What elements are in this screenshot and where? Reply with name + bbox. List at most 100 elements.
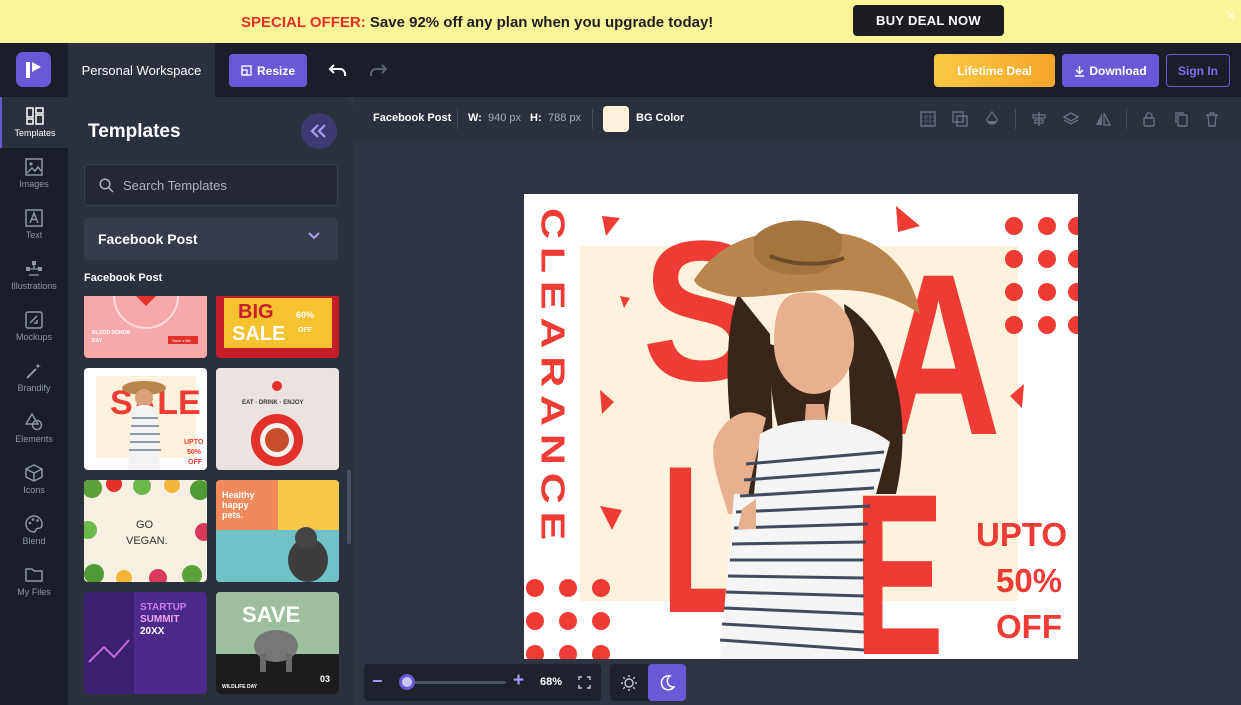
zoom-slider-track[interactable] bbox=[402, 681, 506, 684]
logo-icon bbox=[25, 61, 41, 78]
sidebar-item-elements[interactable]: Elements bbox=[0, 403, 68, 454]
thumb-text: DAY bbox=[92, 338, 103, 344]
palette-icon bbox=[25, 515, 43, 533]
sidebar-item-label: Mockups bbox=[15, 332, 52, 342]
template-thumb-save-elephant[interactable]: SAVE WILDLIFE DAY 03 bbox=[216, 592, 339, 694]
offer-percent[interactable]: 50% bbox=[996, 562, 1062, 599]
collapse-panel-button[interactable] bbox=[301, 113, 337, 149]
align-button[interactable] bbox=[1026, 106, 1052, 132]
sidebar-item-blend[interactable]: Blend bbox=[0, 505, 68, 556]
template-thumb-startup-summit[interactable]: STARTUP SUMMIT 20XX bbox=[84, 592, 207, 694]
zoom-slider-handle[interactable] bbox=[399, 674, 416, 690]
panel-scrollbar[interactable] bbox=[347, 470, 351, 544]
sun-icon bbox=[621, 674, 637, 691]
fullscreen-icon[interactable] bbox=[578, 676, 591, 689]
align-center-icon bbox=[1032, 112, 1046, 126]
opacity-button[interactable] bbox=[979, 106, 1005, 132]
sidebar-item-text[interactable]: Text bbox=[0, 199, 68, 250]
bg-color-label[interactable]: BG Color bbox=[636, 112, 684, 124]
sidebar-item-images[interactable]: Images bbox=[0, 148, 68, 199]
sign-in-button[interactable]: Sign In bbox=[1166, 54, 1230, 87]
thumb-text: SAVE bbox=[242, 602, 300, 627]
undo-button[interactable] bbox=[327, 59, 349, 81]
design-canvas[interactable]: S A L E CLEARANCE UPTO 50% OFF bbox=[524, 194, 1078, 659]
divider bbox=[1015, 109, 1016, 129]
sidebar-item-label: Illustrations bbox=[11, 281, 57, 291]
template-thumb-go-vegan[interactable]: GO VEGAN. bbox=[84, 480, 207, 582]
search-input[interactable] bbox=[123, 177, 323, 193]
app-logo[interactable] bbox=[16, 52, 51, 87]
size-name[interactable]: Facebook Post bbox=[373, 112, 451, 124]
thumb-text: 50% bbox=[187, 449, 202, 456]
canvas-toolbar: Facebook Post W: 940 px H: 788 px BG Col… bbox=[354, 97, 1241, 141]
delete-button[interactable] bbox=[1199, 106, 1225, 132]
search-icon bbox=[99, 177, 114, 193]
close-icon[interactable]: × bbox=[1227, 7, 1235, 23]
offer-upto[interactable]: UPTO bbox=[976, 516, 1067, 553]
promo-message: Save 92% off any plan when you upgrade t… bbox=[365, 14, 714, 31]
sidebar-item-label: Templates bbox=[14, 128, 56, 138]
templates-icon bbox=[26, 107, 44, 125]
lock-button[interactable] bbox=[1136, 106, 1162, 132]
template-thumb-healthy-pets[interactable]: Healthy happy pets. bbox=[216, 480, 339, 582]
panel-title: Templates bbox=[88, 121, 181, 142]
grid-icon bbox=[920, 111, 936, 127]
duplicate-button[interactable] bbox=[1168, 106, 1194, 132]
sidebar-item-icons[interactable]: Icons bbox=[0, 454, 68, 505]
design-art: S A L E CLEARANCE UPTO 50% OFF bbox=[526, 200, 1078, 659]
undo-icon bbox=[328, 64, 346, 76]
templates-panel: Templates Facebook Post Facebook Post BL… bbox=[68, 97, 354, 705]
zoom-control: − + 68% bbox=[364, 664, 601, 701]
layers-button[interactable] bbox=[1058, 106, 1084, 132]
thumb-text: 20XX bbox=[140, 626, 165, 637]
dark-mode-button[interactable] bbox=[648, 664, 686, 701]
bg-color-swatch[interactable] bbox=[603, 106, 629, 132]
divider bbox=[592, 109, 593, 129]
width-value[interactable]: 940 px bbox=[488, 112, 521, 124]
thumb-art: SALE UPTO 50% OFF bbox=[96, 376, 204, 470]
workspace-selector[interactable]: Personal Workspace bbox=[68, 43, 215, 97]
redo-button[interactable] bbox=[367, 59, 389, 81]
sidebar-item-templates[interactable]: Templates bbox=[0, 97, 68, 148]
category-selected: Facebook Post bbox=[98, 231, 198, 247]
offer-off[interactable]: OFF bbox=[996, 608, 1062, 645]
download-icon bbox=[1075, 65, 1085, 77]
light-mode-button[interactable] bbox=[610, 664, 648, 701]
chevron-down-icon bbox=[308, 232, 320, 240]
template-thumb-blood-donor[interactable]: BLOOD DONOR DAY Save a life bbox=[84, 296, 207, 358]
thumb-art: Healthy happy pets. bbox=[216, 480, 339, 582]
height-value[interactable]: 788 px bbox=[548, 112, 581, 124]
download-button[interactable]: Download bbox=[1062, 54, 1159, 87]
thumb-art: GO VEGAN. bbox=[84, 480, 207, 582]
layers-order-button[interactable] bbox=[947, 106, 973, 132]
sidebar-item-my-files[interactable]: My Files bbox=[0, 556, 68, 607]
lifetime-deal-button[interactable]: Lifetime Deal bbox=[934, 54, 1055, 87]
height-label: H: bbox=[530, 112, 542, 124]
flip-button[interactable] bbox=[1090, 106, 1116, 132]
category-dropdown[interactable]: Facebook Post bbox=[84, 218, 338, 260]
sidebar-item-illustrations[interactable]: Illustrations bbox=[0, 250, 68, 301]
sidebar-item-label: My Files bbox=[17, 587, 51, 597]
thumb-art: SAVE WILDLIFE DAY 03 bbox=[216, 602, 339, 694]
template-thumb-clearance-sale[interactable]: SALE UPTO 50% OFF bbox=[84, 368, 207, 470]
resize-button[interactable]: Resize bbox=[229, 54, 307, 87]
resize-label: Resize bbox=[256, 63, 296, 78]
trash-icon bbox=[1206, 112, 1218, 127]
thumb-art: BLOOD DONOR DAY Save a life bbox=[92, 296, 198, 344]
grid-button[interactable] bbox=[915, 106, 941, 132]
width-label: W: bbox=[468, 112, 482, 124]
thumb-art: BIG SALE 60% OFF bbox=[224, 298, 332, 348]
sidebar-item-label: Blend bbox=[22, 536, 46, 546]
illustration-icon bbox=[26, 261, 42, 276]
layers-icon bbox=[1063, 112, 1079, 125]
sidebar-item-brandify[interactable]: Brandify bbox=[0, 352, 68, 403]
vertical-clearance-text[interactable]: CLEARANCE bbox=[535, 208, 572, 548]
template-grid: BLOOD DONOR DAY Save a life BIG SALE 60%… bbox=[84, 296, 346, 705]
zoom-in-button[interactable]: + bbox=[513, 670, 527, 691]
sidebar-item-mockups[interactable]: Mockups bbox=[0, 301, 68, 352]
template-thumb-coffee[interactable]: EAT · DRINK · ENJOY bbox=[216, 368, 339, 470]
template-thumb-big-sale[interactable]: BIG SALE 60% OFF bbox=[216, 296, 339, 358]
buy-deal-button[interactable]: BUY DEAL NOW bbox=[853, 5, 1004, 36]
promo-highlight: SPECIAL OFFER: bbox=[241, 14, 366, 31]
zoom-out-button[interactable]: − bbox=[372, 671, 386, 691]
